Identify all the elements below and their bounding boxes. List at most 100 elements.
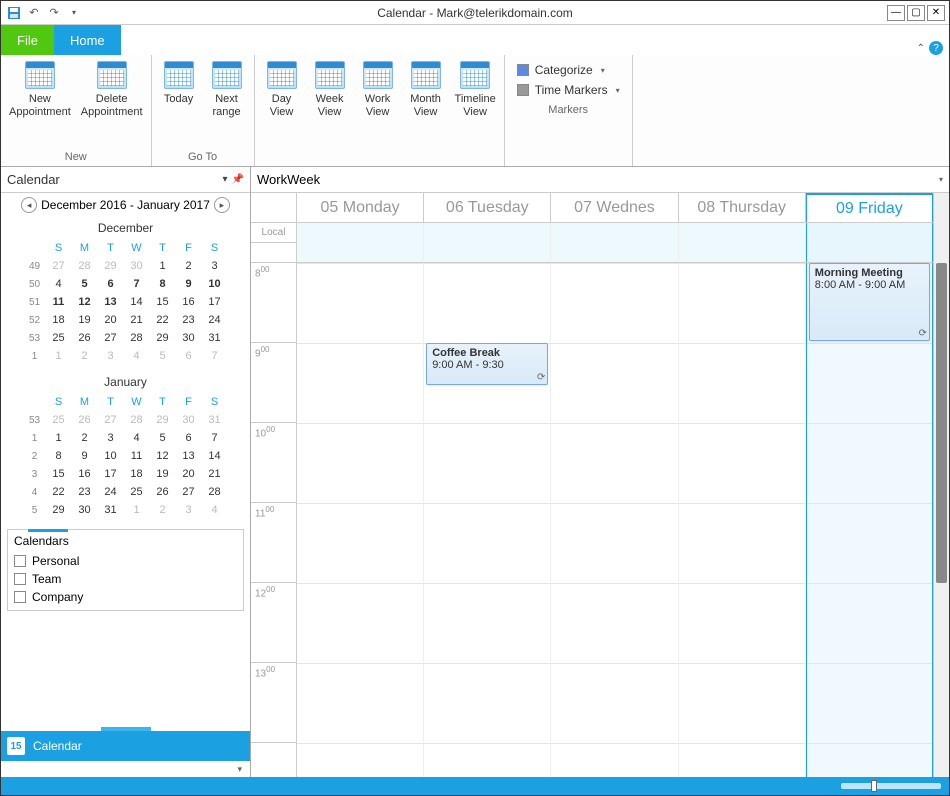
mini-cal-day[interactable]: 29 [150, 329, 176, 347]
mini-cal-day[interactable]: 16 [72, 465, 98, 483]
mini-cal-day[interactable]: 5 [72, 275, 98, 293]
mini-cal-day[interactable]: 29 [46, 501, 72, 519]
tab-home[interactable]: Home [54, 25, 121, 55]
mini-cal-day[interactable]: 23 [72, 483, 98, 501]
mini-cal-day[interactable]: 27 [46, 257, 72, 275]
mini-cal-day[interactable]: 21 [124, 311, 150, 329]
mini-cal-day[interactable]: 23 [176, 311, 202, 329]
all-day-cell[interactable] [424, 223, 551, 262]
mini-cal-day[interactable]: 4 [124, 347, 150, 365]
mini-cal-day[interactable]: 11 [124, 447, 150, 465]
vertical-scrollbar[interactable] [933, 193, 949, 777]
day-header[interactable]: 08 Thursday [679, 193, 806, 222]
day-column[interactable] [679, 263, 806, 777]
day-column[interactable] [551, 263, 678, 777]
minimize-button[interactable]: — [887, 5, 905, 21]
mini-cal-day[interactable]: 14 [202, 447, 228, 465]
calendar-checkbox-item[interactable]: Personal [14, 552, 237, 570]
delete-appointment-button[interactable]: Delete Appointment [79, 59, 145, 121]
day-column[interactable]: Coffee Break9:00 AM - 9:30⟳ [424, 263, 551, 777]
save-icon[interactable] [5, 4, 23, 22]
mini-cal-day[interactable]: 25 [124, 483, 150, 501]
mini-cal-day[interactable]: 26 [150, 483, 176, 501]
mini-cal-day[interactable]: 13 [98, 293, 124, 311]
all-day-cell[interactable] [806, 223, 933, 262]
mini-cal-day[interactable]: 28 [72, 257, 98, 275]
mini-cal-day[interactable]: 4 [124, 429, 150, 447]
mini-cal-day[interactable]: 6 [176, 429, 202, 447]
all-day-row[interactable] [297, 223, 933, 263]
all-day-cell[interactable] [551, 223, 678, 262]
mini-cal-day[interactable]: 17 [202, 293, 228, 311]
mini-calendar-december[interactable]: DecemberSMTWTFS4927282930123504567891051… [1, 217, 250, 371]
pin-icon[interactable]: 📌 [232, 174, 244, 185]
navbar-calendar[interactable]: 15 Calendar [1, 731, 250, 761]
mini-cal-day[interactable]: 16 [176, 293, 202, 311]
mini-cal-day[interactable]: 3 [202, 257, 228, 275]
time-markers-dropdown[interactable]: Time Markers▾ [515, 81, 622, 99]
day-header[interactable]: 05 Monday [297, 193, 424, 222]
mini-cal-day[interactable]: 8 [46, 447, 72, 465]
week-view-button[interactable]: WeekView [309, 59, 351, 121]
mini-cal-day[interactable]: 2 [72, 429, 98, 447]
mini-cal-day[interactable]: 1 [150, 257, 176, 275]
today-button[interactable]: Today [158, 59, 200, 108]
mini-cal-day[interactable]: 27 [98, 329, 124, 347]
mini-cal-day[interactable]: 31 [202, 329, 228, 347]
mini-cal-day[interactable]: 10 [202, 275, 228, 293]
mini-cal-day[interactable]: 1 [46, 347, 72, 365]
day-column[interactable]: Morning Meeting 8:00 AM - 9:00 AM⟳ [806, 263, 933, 777]
mini-cal-day[interactable]: 9 [176, 275, 202, 293]
mini-cal-day[interactable]: 2 [72, 347, 98, 365]
mini-cal-day[interactable]: 14 [124, 293, 150, 311]
mini-cal-day[interactable]: 21 [202, 465, 228, 483]
mini-cal-day[interactable]: 18 [46, 311, 72, 329]
mini-cal-day[interactable]: 7 [124, 275, 150, 293]
mini-cal-day[interactable]: 27 [176, 483, 202, 501]
mini-cal-day[interactable]: 12 [72, 293, 98, 311]
day-view-button[interactable]: DayView [261, 59, 303, 121]
mini-cal-day[interactable]: 5 [150, 429, 176, 447]
mini-cal-day[interactable]: 15 [46, 465, 72, 483]
mini-cal-day[interactable]: 10 [98, 447, 124, 465]
mini-cal-day[interactable]: 6 [98, 275, 124, 293]
mini-cal-day[interactable]: 31 [98, 501, 124, 519]
mini-cal-day[interactable]: 12 [150, 447, 176, 465]
mini-cal-day[interactable]: 6 [176, 347, 202, 365]
mini-cal-day[interactable]: 13 [176, 447, 202, 465]
mini-cal-day[interactable]: 1 [124, 501, 150, 519]
tab-file[interactable]: File [1, 25, 54, 55]
mini-cal-day[interactable]: 24 [98, 483, 124, 501]
zoom-thumb[interactable] [871, 780, 877, 792]
mini-cal-day[interactable]: 8 [150, 275, 176, 293]
prev-range-button[interactable]: ◂ [21, 197, 37, 213]
day-header[interactable]: 06 Tuesday [424, 193, 551, 222]
mini-cal-day[interactable]: 28 [124, 329, 150, 347]
mini-cal-day[interactable]: 5 [150, 347, 176, 365]
mini-cal-day[interactable]: 30 [176, 411, 202, 429]
work-view-button[interactable]: WorkView [357, 59, 399, 121]
mini-cal-day[interactable]: 20 [98, 311, 124, 329]
qat-dropdown-icon[interactable]: ▾ [65, 4, 83, 22]
panel-menu-icon[interactable]: ▾ [223, 174, 228, 185]
next-range-button[interactable]: Next range [206, 59, 248, 121]
mini-cal-day[interactable]: 2 [176, 257, 202, 275]
calendar-checkbox-item[interactable]: Company [14, 588, 237, 606]
mini-cal-day[interactable]: 26 [72, 329, 98, 347]
nav-overflow-icon[interactable]: ▾ [237, 764, 242, 775]
mini-cal-day[interactable]: 11 [46, 293, 72, 311]
day-column[interactable] [297, 263, 424, 777]
month-view-button[interactable]: MonthView [405, 59, 447, 121]
mini-cal-day[interactable]: 19 [72, 311, 98, 329]
all-day-cell[interactable] [297, 223, 424, 262]
mini-cal-day[interactable]: 9 [72, 447, 98, 465]
mini-cal-day[interactable]: 25 [46, 329, 72, 347]
next-range-button[interactable]: ▸ [214, 197, 230, 213]
mini-cal-day[interactable]: 27 [98, 411, 124, 429]
categorize-dropdown[interactable]: Categorize▾ [515, 61, 622, 79]
mini-cal-day[interactable]: 3 [176, 501, 202, 519]
mini-cal-day[interactable]: 2 [150, 501, 176, 519]
help-icon[interactable]: ? [929, 41, 943, 55]
appointment-morning-meeting[interactable]: Morning Meeting 8:00 AM - 9:00 AM⟳ [809, 263, 930, 341]
mini-cal-day[interactable]: 31 [202, 411, 228, 429]
